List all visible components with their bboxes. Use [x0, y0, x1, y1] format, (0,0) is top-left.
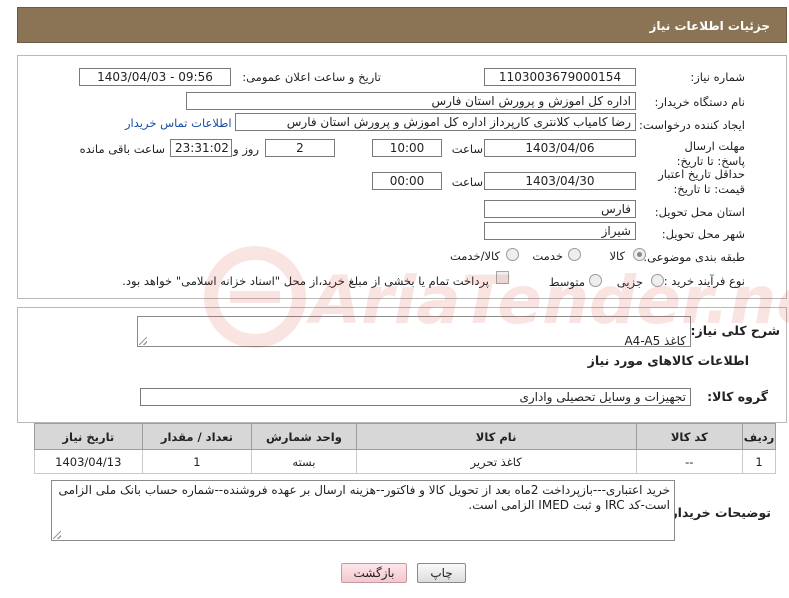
category-service-label: خدمت — [532, 249, 563, 263]
announce-datetime-field: 1403/04/03 - 09:56 — [79, 68, 231, 86]
cell-qty: 1 — [141, 449, 253, 474]
back-button[interactable]: بازگشت — [341, 563, 407, 583]
buyer-contact-link[interactable]: اطلاعات تماس خریدار — [125, 116, 232, 130]
col-date: تاریخ نیاز — [34, 423, 143, 450]
cell-name: کاغذ تحریر — [355, 449, 637, 474]
buyer-notes-textarea[interactable]: خرید اعتباری---بازپرداخت 2ماه بعد از تحو… — [51, 480, 675, 541]
days-remaining-field: 2 — [265, 139, 335, 157]
need-number-label: شماره نیاز: — [690, 70, 745, 84]
col-qty: تعداد / مقدار — [141, 423, 253, 450]
description-label: شرح کلی نیاز: — [690, 323, 780, 338]
reply-time-field: 10:00 — [372, 139, 442, 157]
resize-grip-icon[interactable] — [139, 337, 147, 345]
validity-time-label: ساعت — [451, 175, 483, 189]
price-validity-label: حداقل تاریخ اعتبار قیمت: تا تاریخ: — [658, 167, 745, 196]
col-unit: واحد شمارش — [251, 423, 357, 450]
col-code: کد کالا — [635, 423, 744, 450]
category-goods-label: کالا — [609, 249, 625, 263]
buyer-notes-text: خرید اعتباری---بازپرداخت 2ماه بعد از تحو… — [58, 483, 670, 512]
resize-grip-icon[interactable] — [53, 531, 61, 539]
col-name: نام کالا — [355, 423, 637, 450]
delivery-city-field: شیراز — [484, 222, 636, 240]
treasury-payment-checkbox[interactable] — [496, 271, 509, 284]
delivery-province-field: فارس — [484, 200, 636, 218]
announce-datetime-label: تاریخ و ساعت اعلان عمومی: — [242, 70, 381, 84]
need-number-field: 1103003679000154 — [484, 68, 636, 86]
description-textarea[interactable]: کاغذ A4-A5 مارک کپی مکس — [137, 316, 691, 347]
subject-category-label: طبقه بندی موضوعی: — [643, 250, 745, 264]
goods-section-title: اطلاعات کالاهای مورد نیاز — [587, 353, 749, 368]
process-medium-label: متوسط — [548, 275, 585, 289]
delivery-province-label: استان محل تحویل: — [654, 205, 745, 219]
days-label: روز و — [233, 142, 259, 156]
reply-date-field: 1403/04/06 — [484, 139, 636, 157]
validity-date-field: 1403/04/30 — [484, 172, 636, 190]
requester-field: رضا کامیاب کلانتری کارپرداز اداره کل امو… — [235, 113, 636, 131]
reply-deadline-label: مهلت ارسال پاسخ: تا تاریخ: — [676, 139, 745, 168]
goods-group-label: گروه کالا: — [707, 389, 768, 404]
category-goods-service-radio[interactable] — [506, 248, 519, 261]
goods-table: ردیف کد کالا نام کالا واحد شمارش تعداد /… — [34, 423, 776, 474]
description-text: کاغذ A4-A5 مارک کپی مکس — [624, 334, 686, 347]
cell-date: 1403/04/13 — [34, 449, 143, 474]
page-title: جزئیات اطلاعات نیاز — [17, 7, 787, 43]
table-row: 1 -- کاغذ تحریر بسته 1 1403/04/13 — [34, 449, 776, 474]
cell-code: -- — [635, 449, 744, 474]
purchase-process-label: نوع فرآیند خرید : — [663, 274, 745, 288]
category-goods-service-label: کالا/خدمت — [449, 249, 500, 263]
requester-label: ایجاد کننده درخواست: — [639, 118, 745, 132]
buyer-org-field: اداره کل اموزش و پرورش استان فارس — [186, 92, 636, 110]
process-medium-radio[interactable] — [589, 274, 602, 287]
cell-unit: بسته — [251, 449, 357, 474]
validity-time-field: 00:00 — [372, 172, 442, 190]
col-row: ردیف — [742, 423, 776, 450]
reply-time-label: ساعت — [451, 142, 483, 156]
goods-table-header: ردیف کد کالا نام کالا واحد شمارش تعداد /… — [34, 423, 776, 450]
print-button[interactable]: چاپ — [417, 563, 466, 583]
category-goods-radio[interactable] — [633, 248, 646, 261]
cell-row: 1 — [742, 449, 776, 474]
goods-group-field: تجهیزات و وسایل تحصیلی واداری — [140, 388, 691, 406]
process-minor-radio[interactable] — [651, 274, 664, 287]
delivery-city-label: شهر محل تحویل: — [661, 227, 745, 241]
process-minor-label: جزیی — [616, 275, 643, 289]
treasury-payment-note: پرداخت تمام یا بخشی از مبلغ خرید،از محل … — [122, 274, 489, 288]
buyer-org-label: نام دستگاه خریدار: — [654, 95, 745, 109]
category-service-radio[interactable] — [568, 248, 581, 261]
time-remaining-field: 23:31:02 — [170, 139, 232, 157]
time-remaining-label: ساعت باقی مانده — [79, 142, 165, 156]
buyer-notes-label: توضیحات خریدار: — [665, 505, 771, 520]
